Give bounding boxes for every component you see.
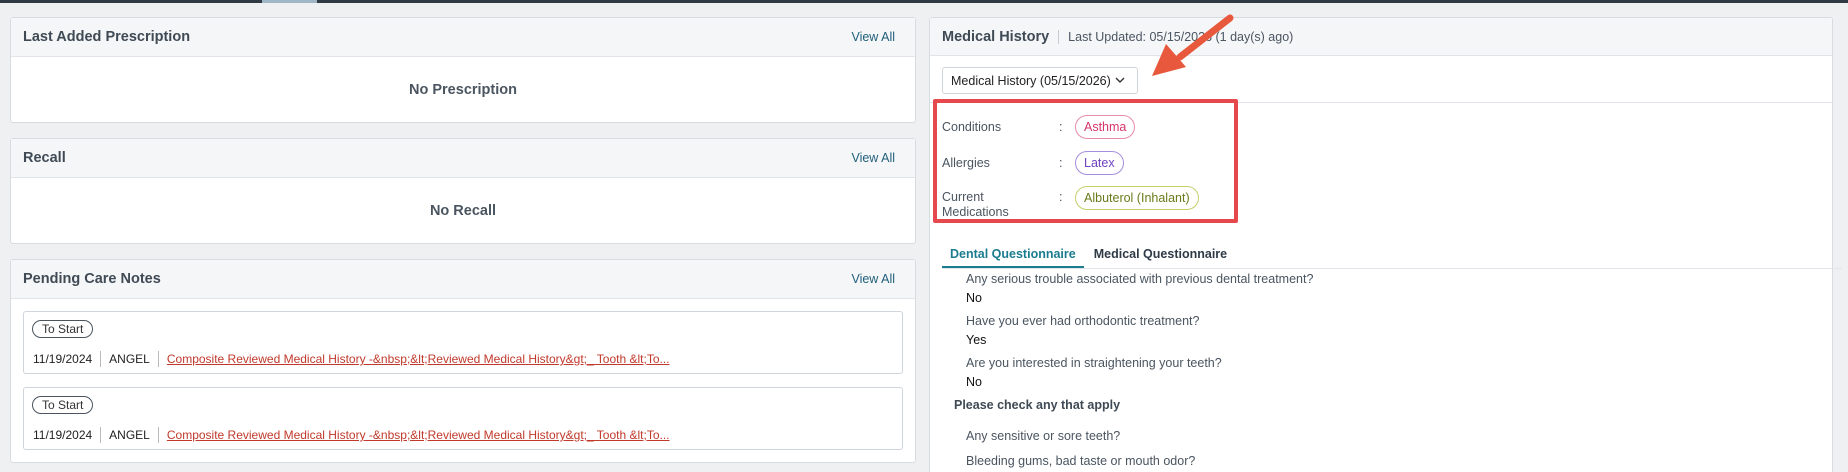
care-note-date: 11/19/2024 [33,352,93,366]
medical-history-card: Medical History Last Updated: 05/15/2026… [929,17,1842,472]
tab-dental-questionnaire[interactable]: Dental Questionnaire [942,239,1084,269]
medical-history-version-select[interactable]: Medical History (05/15/2026) [942,67,1138,94]
care-notes-card-header: Pending Care Notes View All [11,260,915,299]
top-nav-bar [0,0,1848,3]
recall-card-title: Recall [23,150,66,166]
divider [100,427,102,443]
questionnaire-tabs: Dental Questionnaire Medical Questionnai… [942,239,1235,269]
question-item: Any serious trouble associated with prev… [966,272,1313,305]
check-item: Any sensitive or sore teeth? [966,429,1120,443]
care-notes-card: Pending Care Notes View All To Start 11/… [10,259,916,463]
care-note-date: 11/19/2024 [33,428,93,442]
care-note-link[interactable]: Composite Reviewed Medical History -&nbs… [167,352,670,366]
care-note-item: To Start 11/19/2024 ANGEL Composite Revi… [23,311,903,374]
care-note-link[interactable]: Composite Reviewed Medical History -&nbs… [167,428,670,442]
prescription-empty-text: No Prescription [409,82,517,98]
question-text: Any serious trouble associated with prev… [966,272,1314,286]
check-item: Bleeding gums, bad taste or mouth odor? [966,454,1195,468]
recall-card-header: Recall View All [11,139,915,178]
prescription-card: Last Added Prescription View All No Pres… [10,17,916,123]
highlight-box [933,99,1238,223]
divider [157,351,159,367]
care-note-provider: ANGEL [109,352,150,366]
medical-history-title: Medical History [942,28,1050,45]
divider [942,268,1842,269]
question-item: Are you interested in straightening your… [966,356,1222,389]
divider [157,427,159,443]
medical-history-header: Medical History Last Updated: 05/15/2026… [930,18,1832,56]
answer-text: Yes [966,333,987,347]
active-nav-tab-indicator [262,0,317,3]
prescription-card-title: Last Added Prescription [23,29,191,45]
care-notes-view-all-link[interactable]: View All [851,272,895,286]
prescription-card-header: Last Added Prescription View All [11,18,915,57]
answer-text: No [966,375,982,389]
recall-view-all-link[interactable]: View All [851,151,895,165]
care-note-provider: ANGEL [109,428,150,442]
tab-medical-questionnaire[interactable]: Medical Questionnaire [1086,239,1235,269]
annotation-arrow-icon [1152,14,1234,76]
divider [100,351,102,367]
check-item-text: Bleeding gums, bad taste or mouth odor? [966,454,1196,468]
check-item-text: Any sensitive or sore teeth? [966,429,1121,443]
answer-text: No [966,291,982,305]
question-text: Have you ever had orthodontic treatment? [966,314,1200,328]
medical-history-version-value: Medical History (05/15/2026) [951,73,1111,88]
prescription-view-all-link[interactable]: View All [851,30,895,44]
section-title: Please check any that apply [954,398,1121,412]
care-notes-card-title: Pending Care Notes [23,271,161,287]
question-item: Have you ever had orthodontic treatment?… [966,314,1199,347]
recall-empty-text: No Recall [429,203,497,219]
care-note-status-badge: To Start [32,396,94,414]
recall-card: Recall View All No Recall [10,138,916,244]
question-text: Are you interested in straightening your… [966,356,1222,370]
chevron-down-icon [1115,77,1125,83]
divider [1058,29,1060,44]
care-note-status-badge: To Start [32,320,94,338]
care-note-item: To Start 11/19/2024 ANGEL Composite Revi… [23,387,903,450]
